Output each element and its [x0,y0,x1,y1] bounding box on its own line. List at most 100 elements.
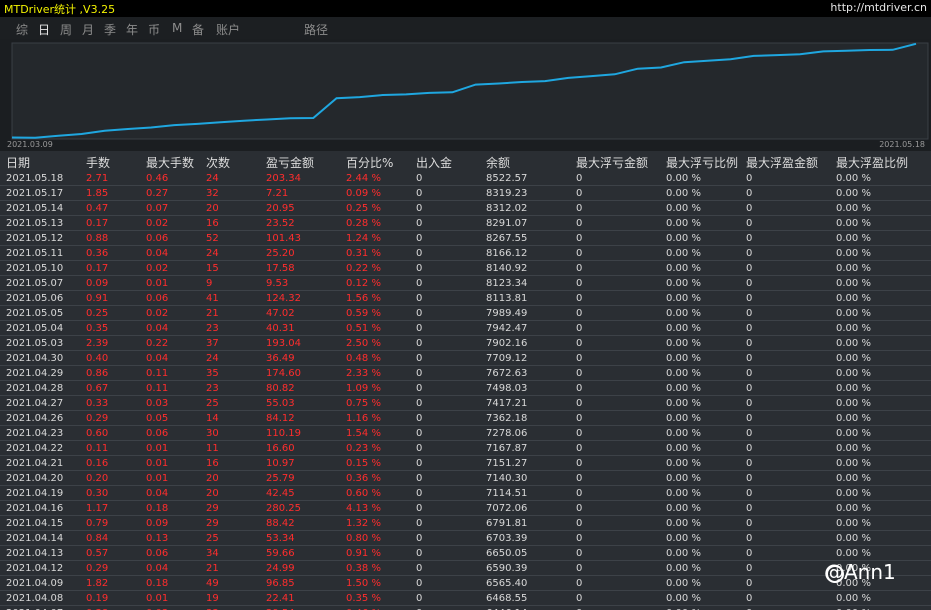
column-header-4[interactable]: 盈亏金额 [260,154,340,171]
table-cell: 0.04 [140,350,200,366]
column-header-10[interactable]: 最大浮盈金额 [740,154,830,171]
menu-item-6[interactable]: 币 [148,21,160,38]
table-row[interactable]: 2021.05.10 0.17 0.02 15 17.58 0.22 % 0 8140.92 0… [0,260,931,276]
table-cell: 6590.39 [480,560,570,576]
table-row[interactable]: 2021.05.06 0.91 0.06 41 124.32 1.56 % 0 8113.81… [0,290,931,306]
table-cell: 0.16 [80,455,140,471]
table-cell: 0.06 [140,425,200,441]
table-row[interactable]: 2021.04.13 0.57 0.06 34 59.66 0.91 % 0 6650.05 0… [0,545,931,561]
app-window: MTDriver统计 ,V3.25 http://mtdriver.cn 综日周… [0,0,931,610]
table-cell: 2021.05.11 [0,245,80,261]
column-header-3[interactable]: 次数 [200,154,260,171]
table-row[interactable]: 2021.05.04 0.35 0.04 23 40.31 0.51 % 0 7942.47 0… [0,320,931,336]
table-cell: 0 [410,185,480,201]
table-cell: 14 [200,410,260,426]
table-cell: 0 [740,575,830,591]
website-link[interactable]: http://mtdriver.cn [830,1,927,14]
menu-item-8[interactable]: 备 [192,21,204,38]
menu-item-10[interactable]: 路径 [304,21,328,38]
table-cell: 0 [740,470,830,486]
table-cell: 1.16 % [340,410,410,426]
menu-item-3[interactable]: 月 [82,21,94,38]
table-row[interactable]: 2021.04.09 1.82 0.18 49 96.85 1.50 % 0 6565.40 0… [0,575,931,591]
menu-item-1[interactable]: 日 [38,21,50,38]
table-row[interactable]: 2021.04.19 0.30 0.04 20 42.45 0.60 % 0 7114.51 0… [0,485,931,501]
table-cell: 0 [740,455,830,471]
menu-item-0[interactable]: 综 [16,21,28,38]
table-cell: 7167.87 [480,440,570,456]
table-row[interactable]: 2021.04.26 0.29 0.05 14 84.12 1.16 % 0 7362.18 0… [0,410,931,426]
table-cell: 0 [410,425,480,441]
table-cell: 1.56 % [340,290,410,306]
table-row[interactable]: 2021.05.14 0.47 0.07 20 20.95 0.25 % 0 8312.02 0… [0,200,931,216]
table-cell: 2021.04.13 [0,545,80,561]
table-row[interactable]: 2021.04.21 0.16 0.01 16 10.97 0.15 % 0 7151.27 0… [0,455,931,471]
column-header-11[interactable]: 最大浮盈比例 [830,154,931,171]
table-cell: 21 [200,305,260,321]
table-row[interactable]: 2021.04.28 0.67 0.11 23 80.82 1.09 % 0 7498.03 0… [0,380,931,396]
table-row[interactable]: 2021.04.12 0.29 0.04 21 24.99 0.38 % 0 6590.39 0… [0,560,931,576]
table-row[interactable]: 2021.04.070.380.033329.540.46 %06446.140… [0,605,931,610]
table-row[interactable]: 2021.04.08 0.19 0.01 19 22.41 0.35 % 0 6468.55 0… [0,590,931,606]
table-row[interactable]: 2021.04.20 0.20 0.01 20 25.79 0.36 % 0 7140.30 0… [0,470,931,486]
table-cell: 59.66 [260,545,340,561]
table-cell: 33 [200,605,260,610]
table-row[interactable]: 2021.05.12 0.88 0.06 52 101.43 1.24 % 0 8267.55… [0,230,931,246]
table-row[interactable]: 2021.04.27 0.33 0.03 25 55.03 0.75 % 0 7417.21 0… [0,395,931,411]
column-header-9[interactable]: 最大浮亏比例 [660,154,740,171]
column-header-2[interactable]: 最大手数 [140,154,200,171]
table-cell: 0.23 % [340,440,410,456]
menu-item-7[interactable]: M [172,21,182,35]
column-header-1[interactable]: 手数 [80,154,140,171]
table-row[interactable]: 2021.05.11 0.36 0.04 24 25.20 0.31 % 0 8166.12 0… [0,245,931,261]
table-cell: 0.00 % [660,470,740,486]
menu-item-4[interactable]: 季 [104,21,116,38]
table-cell: 0 [740,530,830,546]
table-cell: 8113.81 [480,290,570,306]
chart-plot-area [11,42,929,140]
table-cell: 7140.30 [480,470,570,486]
table-row[interactable]: 2021.05.13 0.17 0.02 16 23.52 0.28 % 0 8291.07 0… [0,215,931,231]
table-cell: 0 [740,485,830,501]
table-cell: 52 [200,230,260,246]
table-row[interactable]: 2021.05.17 1.85 0.27 32 7.21 0.09 % 0 8319.23 0 0… [0,185,931,201]
column-header-6[interactable]: 出入金 [410,154,480,171]
table-cell: 0 [410,380,480,396]
menu-item-5[interactable]: 年 [126,21,138,38]
table-cell: 0 [410,171,480,186]
column-header-7[interactable]: 余额 [480,154,570,171]
table-cell: 20.95 [260,200,340,216]
table-cell: 0.00 % [830,185,931,201]
table-cell: 0.00 % [660,515,740,531]
table-cell: 0 [570,455,660,471]
table-row[interactable]: 2021.05.18 2.71 0.46 24 203.34 2.44 % 0 8522.57… [0,171,931,186]
menu-item-9[interactable]: 账户 [216,21,240,38]
table-row[interactable]: 2021.04.16 1.17 0.18 29 280.25 4.13 % 0 7072.06… [0,500,931,516]
table-cell: 0 [410,455,480,471]
table-row[interactable]: 2021.05.03 2.39 0.22 37 193.04 2.50 % 0 7902.16… [0,335,931,351]
column-header-8[interactable]: 最大浮亏金额 [570,154,660,171]
table-cell: 0.06 [140,230,200,246]
table-row[interactable]: 2021.04.15 0.79 0.09 29 88.42 1.32 % 0 6791.81 0… [0,515,931,531]
table-cell: 0 [410,545,480,561]
table-row[interactable]: 2021.04.22 0.11 0.01 11 16.60 0.23 % 0 7167.87 0… [0,440,931,456]
table-row[interactable]: 2021.04.29 0.86 0.11 35 174.60 2.33 % 0 7672.63… [0,365,931,381]
menu-item-2[interactable]: 周 [60,21,72,38]
table-row[interactable]: 2021.04.14 0.84 0.13 25 53.34 0.80 % 0 6703.39 0… [0,530,931,546]
column-header-5[interactable]: 百分比% [340,154,410,171]
table-cell: 0 [740,335,830,351]
table-cell: 0 [740,171,830,186]
table-cell: 0 [740,290,830,306]
table-cell: 0.22 [140,335,200,351]
column-header-0[interactable]: 日期 [0,154,80,171]
table-row[interactable]: 2021.04.30 0.40 0.04 24 36.49 0.48 % 0 7709.12 0… [0,350,931,366]
table-cell: 21 [200,560,260,576]
table-cell: 0 [740,200,830,216]
table-row[interactable]: 2021.04.23 0.60 0.06 30 110.19 1.54 % 0 7278.06… [0,425,931,441]
table-cell: 0.00 % [660,575,740,591]
table-cell: 23.52 [260,215,340,231]
table-cell: 47.02 [260,305,340,321]
table-row[interactable]: 2021.05.07 0.09 0.01 9 9.53 0.12 % 0 8123.34 0 0.… [0,275,931,291]
table-row[interactable]: 2021.05.05 0.25 0.02 21 47.02 0.59 % 0 7989.49 0… [0,305,931,321]
table-cell: 0 [570,590,660,606]
